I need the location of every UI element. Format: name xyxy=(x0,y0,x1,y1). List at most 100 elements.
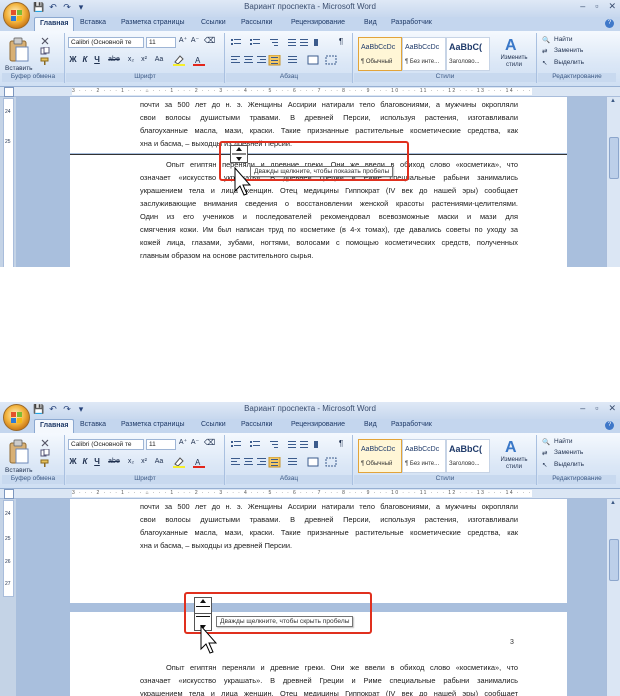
replace-icon[interactable]: ⇄ xyxy=(542,47,547,55)
select-icon[interactable]: ↖ xyxy=(542,461,547,469)
format-painter-icon[interactable] xyxy=(40,57,50,65)
replace-button-label[interactable]: Заменить xyxy=(554,47,583,54)
paste-button-label[interactable]: Вставить xyxy=(5,467,33,474)
scroll-thumb[interactable] xyxy=(609,539,619,581)
highlight-color-icon[interactable] xyxy=(172,457,186,468)
tab-references[interactable]: Ссылки xyxy=(201,421,226,428)
find-button-label[interactable]: Найти xyxy=(554,36,573,43)
font-color-icon[interactable]: A xyxy=(192,457,206,468)
copy-icon[interactable] xyxy=(40,47,50,55)
cut-icon[interactable] xyxy=(40,37,50,45)
subscript-button[interactable]: x₂ xyxy=(126,457,136,467)
close-button[interactable]: ✕ xyxy=(608,1,616,12)
office-button[interactable] xyxy=(3,404,30,431)
vertical-scrollbar[interactable]: ▲ xyxy=(606,499,620,696)
scroll-up-icon[interactable]: ▲ xyxy=(610,500,616,506)
list-indent-icons[interactable] xyxy=(230,439,330,450)
format-painter-icon[interactable] xyxy=(40,459,50,467)
list-indent-icons[interactable] xyxy=(230,37,330,48)
change-styles-label[interactable]: Изменить стили xyxy=(498,457,530,471)
underline-button[interactable]: Ч xyxy=(92,457,102,467)
paste-icon[interactable] xyxy=(8,439,30,465)
paragraph-persia[interactable]: почти за 500 лет до н. э. Женщины Ассири… xyxy=(140,500,518,552)
clear-format-icon[interactable]: ⌫ xyxy=(204,438,215,448)
tab-view[interactable]: Вид xyxy=(364,19,377,26)
show-marks-button[interactable]: ¶ xyxy=(336,37,346,47)
tab-mailings[interactable]: Рассылки xyxy=(241,421,272,428)
underline-button[interactable]: Ч xyxy=(92,55,102,65)
style-heading1[interactable]: AaBbC( Заголово... xyxy=(446,439,490,473)
tab-page-layout[interactable]: Разметка страницы xyxy=(121,19,185,26)
help-icon[interactable]: ? xyxy=(605,421,614,430)
tab-page-layout[interactable]: Разметка страницы xyxy=(121,421,185,428)
style-normal[interactable]: AaBbCcDc ¶ Обычный xyxy=(358,37,402,71)
subscript-button[interactable]: x₂ xyxy=(126,55,136,65)
paragraph-greece[interactable]: Опыт египтян переняли и древние греки. О… xyxy=(140,661,518,696)
document-area[interactable]: почти за 500 лет до н. э. Женщины Ассири… xyxy=(16,499,606,696)
font-name-combo[interactable]: Calibri (Основной те xyxy=(68,37,144,48)
tab-selector-icon[interactable] xyxy=(4,87,14,97)
show-marks-button[interactable]: ¶ xyxy=(336,439,346,449)
bold-button[interactable]: Ж xyxy=(68,457,78,467)
tab-view[interactable]: Вид xyxy=(364,421,377,428)
ruler-track[interactable]: 3 · · · 2 · · · 1 · · · ⌂ · · · 1 · · · … xyxy=(72,88,532,95)
tab-references[interactable]: Ссылки xyxy=(201,19,226,26)
tab-review[interactable]: Рецензирование xyxy=(291,19,345,26)
style-normal[interactable]: AaBbCcDc ¶ Обычный xyxy=(358,439,402,473)
change-styles-icon[interactable]: A xyxy=(502,437,522,455)
tab-insert[interactable]: Вставка xyxy=(80,421,106,428)
paste-icon[interactable] xyxy=(8,37,30,63)
find-button-label[interactable]: Найти xyxy=(554,438,573,445)
strikethrough-button[interactable]: abe xyxy=(106,457,122,467)
office-button[interactable] xyxy=(3,2,30,29)
change-case-button[interactable]: Aa xyxy=(154,457,164,467)
font-color-icon[interactable]: A xyxy=(192,55,206,66)
scroll-up-icon[interactable]: ▲ xyxy=(610,98,616,104)
alignment-icons[interactable] xyxy=(230,457,348,468)
change-case-button[interactable]: Aa xyxy=(154,55,164,65)
help-icon[interactable]: ? xyxy=(605,19,614,28)
vertical-scrollbar[interactable]: ▲ xyxy=(606,97,620,267)
scroll-thumb[interactable] xyxy=(609,137,619,179)
shrink-font-button[interactable]: A⁻ xyxy=(190,438,200,448)
tab-developer[interactable]: Разработчик xyxy=(391,19,432,26)
select-icon[interactable]: ↖ xyxy=(542,59,547,67)
strikethrough-button[interactable]: abe xyxy=(106,55,122,65)
paste-button-label[interactable]: Вставить xyxy=(5,65,33,72)
grow-font-button[interactable]: A⁺ xyxy=(178,36,188,46)
change-styles-icon[interactable]: A xyxy=(502,35,522,53)
superscript-button[interactable]: x² xyxy=(139,55,149,65)
highlight-color-icon[interactable] xyxy=(172,55,186,66)
minimize-button[interactable]: – xyxy=(580,1,585,12)
italic-button[interactable]: К xyxy=(80,55,90,65)
replace-icon[interactable]: ⇄ xyxy=(542,449,547,457)
font-name-combo[interactable]: Calibri (Основной те xyxy=(68,439,144,450)
font-size-combo[interactable]: 11 xyxy=(146,37,176,48)
italic-button[interactable]: К xyxy=(80,457,90,467)
tab-insert[interactable]: Вставка xyxy=(80,19,106,26)
style-no-spacing[interactable]: AaBbCcDc ¶ Без инте... xyxy=(402,439,446,473)
tab-mailings[interactable]: Рассылки xyxy=(241,19,272,26)
select-button-label[interactable]: Выделить xyxy=(554,461,584,468)
style-heading1[interactable]: AaBbC( Заголово... xyxy=(446,37,490,71)
maximize-button[interactable]: ▫ xyxy=(595,403,598,414)
cut-icon[interactable] xyxy=(40,439,50,447)
minimize-button[interactable]: – xyxy=(580,403,585,414)
style-no-spacing[interactable]: AaBbCcDc ¶ Без инте... xyxy=(402,37,446,71)
bold-button[interactable]: Ж xyxy=(68,55,78,65)
font-size-combo[interactable]: 11 xyxy=(146,439,176,450)
copy-icon[interactable] xyxy=(40,449,50,457)
close-button[interactable]: ✕ xyxy=(608,403,616,414)
find-icon[interactable]: 🔍 xyxy=(542,438,550,446)
alignment-icons[interactable] xyxy=(230,55,348,66)
change-styles-label[interactable]: Изменить стили xyxy=(498,55,530,69)
select-button-label[interactable]: Выделить xyxy=(554,59,584,66)
document-area[interactable]: почти за 500 лет до н. э. Женщины Ассири… xyxy=(16,97,606,267)
superscript-button[interactable]: x² xyxy=(139,457,149,467)
ruler-track[interactable]: 3 · · · 2 · · · 1 · · · ⌂ · · · 1 · · · … xyxy=(72,490,532,497)
clear-format-icon[interactable]: ⌫ xyxy=(204,36,215,46)
tab-review[interactable]: Рецензирование xyxy=(291,421,345,428)
tab-selector-icon[interactable] xyxy=(4,489,14,499)
maximize-button[interactable]: ▫ xyxy=(595,1,598,12)
shrink-font-button[interactable]: A⁻ xyxy=(190,36,200,46)
